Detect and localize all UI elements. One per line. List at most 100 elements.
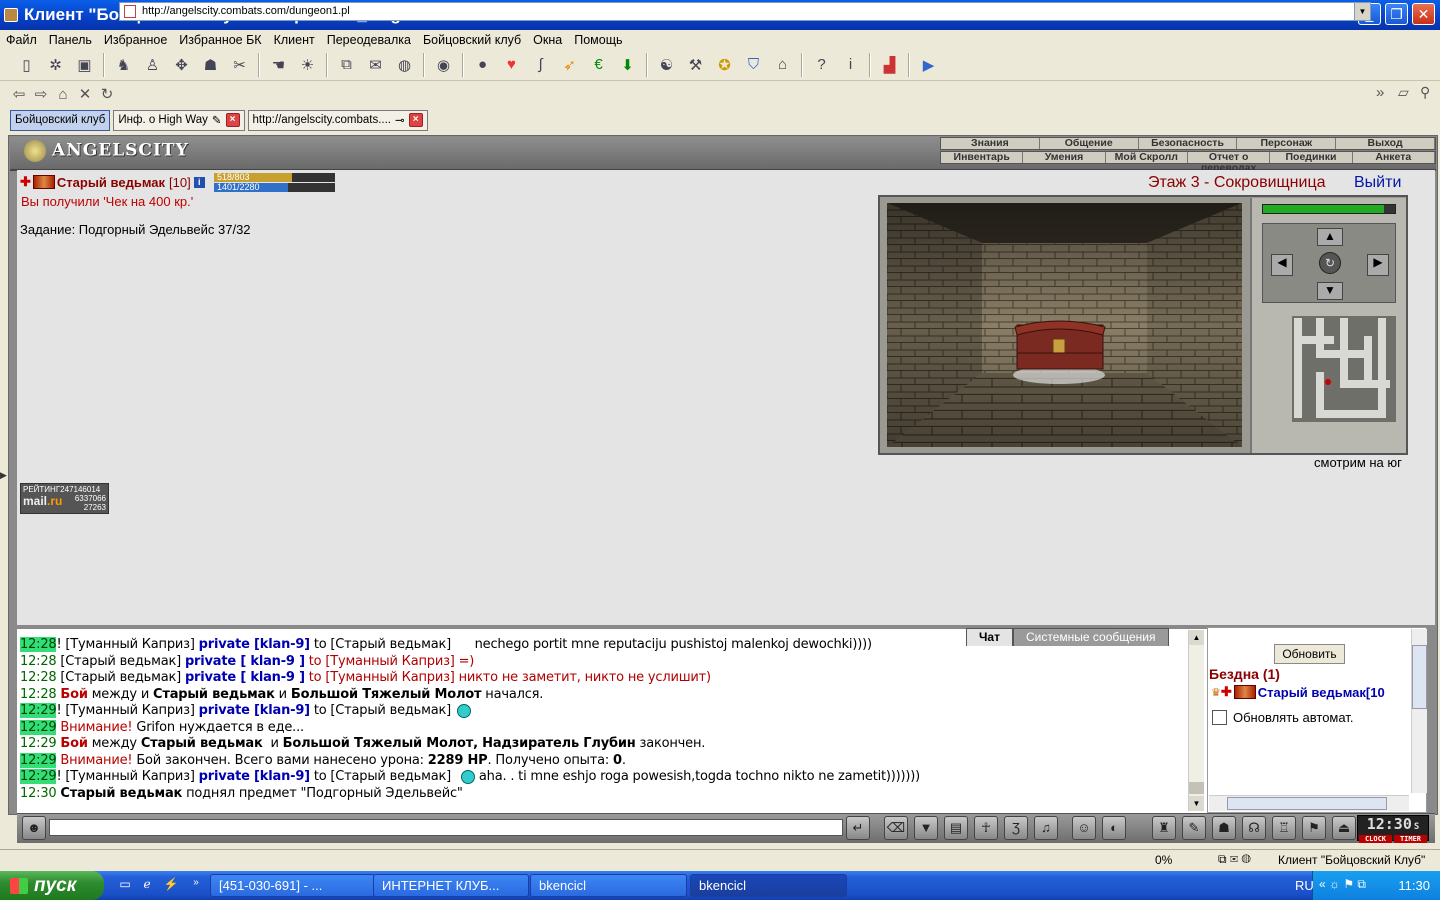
menu-windows[interactable]: Окна (527, 33, 568, 47)
chat-text[interactable]: private [ klan-9 ] (185, 654, 305, 669)
scroll-up-icon[interactable]: ▲ (1189, 630, 1204, 645)
scroll-thumb[interactable] (1227, 797, 1387, 810)
exit-link[interactable]: Выйти (1354, 174, 1401, 192)
menu-favorites-bk[interactable]: Избранное БК (173, 33, 267, 47)
menu-dressing[interactable]: Переодевалка (321, 33, 417, 47)
scroll-thumb[interactable] (1189, 782, 1204, 794)
taskbar-item-icq[interactable]: [451-030-691] - ... (210, 874, 375, 897)
group-icon[interactable]: ☊ (1242, 816, 1266, 840)
clan-icon[interactable]: ♞ (111, 52, 137, 78)
bug-icon[interactable]: ☀ (295, 52, 321, 78)
menu-profile[interactable]: Анкета (1353, 152, 1435, 163)
page-view-icon[interactable]: ▱ (1398, 84, 1409, 101)
chat-text[interactable]: [Туманный Каприз] (65, 637, 198, 652)
refresh-icon[interactable]: ↻ (96, 85, 118, 103)
pin-icon[interactable]: ⊸ (395, 113, 405, 127)
tab-fight-club[interactable]: Бойцовский клуб (10, 109, 111, 131)
sound-icon[interactable]: ♫ (1034, 816, 1058, 840)
browser-icon[interactable]: ℯ (139, 877, 155, 893)
forward-icon[interactable]: ⇨ (30, 85, 52, 103)
chat-text[interactable]: [Туманный Каприз] (65, 769, 198, 784)
castle-icon[interactable]: ♖ (1272, 816, 1296, 840)
medal-icon[interactable]: ✪ (712, 52, 738, 78)
chat-text[interactable]: private [klan-9] (199, 637, 310, 652)
chat-timestamp[interactable]: 12:29 (20, 719, 57, 735)
turn-left-button[interactable]: ◀ (1271, 254, 1293, 276)
smiley-icon[interactable]: ☺ (1072, 816, 1096, 840)
room-user[interactable]: ♛ ✚ Старый ведьмак[10 (1211, 684, 1411, 700)
scroll-thumb[interactable] (1412, 645, 1427, 709)
menu-my-scroll[interactable]: Мой Скролл (1106, 152, 1188, 163)
search-icon[interactable]: ⚲ (1420, 84, 1430, 101)
translit-icon[interactable]: Ʒ (1004, 816, 1028, 840)
tab-angelscity[interactable]: http://angelscity.combats.... ⊸ × (247, 109, 428, 131)
heart-icon[interactable]: ♥ (499, 52, 525, 78)
auto-refresh-checkbox[interactable] (1212, 710, 1227, 725)
close-button[interactable]: ✕ (1412, 3, 1435, 25)
chat-text[interactable]: private [ klan-9 ] (185, 670, 305, 685)
chat-text[interactable]: private [klan-9] (199, 769, 310, 784)
tools-icon[interactable]: ✂ (227, 52, 253, 78)
rating-counter[interactable]: РЕЙТИНГ247146014 mail.ru 6337066 27263 (20, 483, 109, 514)
room-hscrollbar[interactable] (1209, 795, 1409, 811)
mask-icon[interactable]: ☗ (1212, 816, 1236, 840)
user-icon[interactable]: ♙ (140, 52, 166, 78)
arrow-icon[interactable]: ➶ (557, 52, 583, 78)
chart-icon[interactable]: ▟ (877, 52, 903, 78)
room-vscrollbar[interactable] (1411, 629, 1427, 793)
chat-text[interactable]: [Туманный Каприз] (65, 703, 198, 718)
scroll-icon[interactable]: ∫ (528, 52, 554, 78)
clear-icon[interactable]: ⌫ (884, 816, 908, 840)
chat-timestamp[interactable]: 12:28 (20, 637, 57, 652)
crossed-tools-icon[interactable]: ⚒ (683, 52, 709, 78)
chat-scrollbar[interactable]: ▲ ▼ (1188, 630, 1204, 811)
scroll-item-icon[interactable]: ✎ (1182, 816, 1206, 840)
chat-text[interactable]: to [Старый ведьмак] (310, 637, 451, 652)
shield-round-icon[interactable]: ◍ (392, 52, 418, 78)
info-icon[interactable]: i (838, 52, 864, 78)
chat-text[interactable]: to [Старый ведьмак] (310, 769, 455, 784)
timer-label[interactable]: TIMER (1394, 835, 1427, 843)
menu-communication[interactable]: Общение (1040, 138, 1139, 149)
taskbar-item-bkencicl-1[interactable]: bkencicl (530, 874, 687, 897)
more-icon[interactable]: » (188, 877, 204, 893)
close-tab-icon[interactable]: × (408, 113, 423, 127)
move-forward-button[interactable]: ▲ (1317, 228, 1343, 246)
player-name[interactable]: Старый ведьмак (57, 175, 165, 190)
image-icon[interactable]: ▣ (72, 52, 98, 78)
tray-icons[interactable]: « ☼ ⚑ ⧉ (1319, 877, 1366, 892)
info-icon[interactable]: i (193, 176, 205, 188)
address-input[interactable]: http://angelscity.combats.com/dungeon1.p… (119, 2, 1371, 21)
play-icon[interactable]: ▶ (916, 52, 942, 78)
menu-knowledge[interactable]: Знания (941, 138, 1040, 149)
start-button[interactable]: пуск (0, 871, 104, 900)
settings-icon[interactable]: ✲ (43, 52, 69, 78)
pin-icon[interactable]: ✎ (212, 113, 222, 127)
chat-mode-icon[interactable]: ☻ (22, 816, 46, 840)
refresh-button[interactable]: Обновить (1274, 644, 1345, 664)
menu-panel[interactable]: Панель (43, 33, 98, 47)
menu-character[interactable]: Персонаж (1237, 138, 1337, 149)
save-icon[interactable]: ▤ (944, 816, 968, 840)
media-icon[interactable]: ⚡ (163, 877, 179, 893)
stop-icon[interactable]: ✕ (74, 85, 96, 103)
maximize-button[interactable]: ❐ (1385, 3, 1408, 25)
desktop-icon[interactable]: ▭ (117, 877, 133, 893)
chat-timestamp[interactable]: 12:29 (20, 752, 57, 768)
scroll-down-icon[interactable]: ▼ (1189, 796, 1204, 811)
download-icon[interactable]: ⬇ (615, 52, 641, 78)
close-tab-icon[interactable]: × (225, 113, 240, 127)
globe-icon[interactable]: ◉ (431, 52, 457, 78)
exit-icon[interactable]: ⏏ (1332, 816, 1356, 840)
chat-input[interactable] (49, 819, 843, 836)
menu-favorites[interactable]: Избранное (98, 33, 173, 47)
chat-text[interactable]: to [Старый ведьмак] (310, 703, 451, 718)
help-icon[interactable]: ? (809, 52, 835, 78)
menu-exit[interactable]: Выход (1336, 138, 1435, 149)
chat-timestamp[interactable]: 12:29 (20, 703, 57, 718)
euro-icon[interactable]: € (586, 52, 612, 78)
collapse-arrow-icon[interactable]: ▶ (0, 470, 7, 481)
send-icon[interactable]: ↵ (846, 816, 870, 840)
chat-text[interactable]: [Старый ведьмак] (60, 654, 185, 669)
chat-timestamp[interactable]: 12:29 (20, 769, 57, 784)
